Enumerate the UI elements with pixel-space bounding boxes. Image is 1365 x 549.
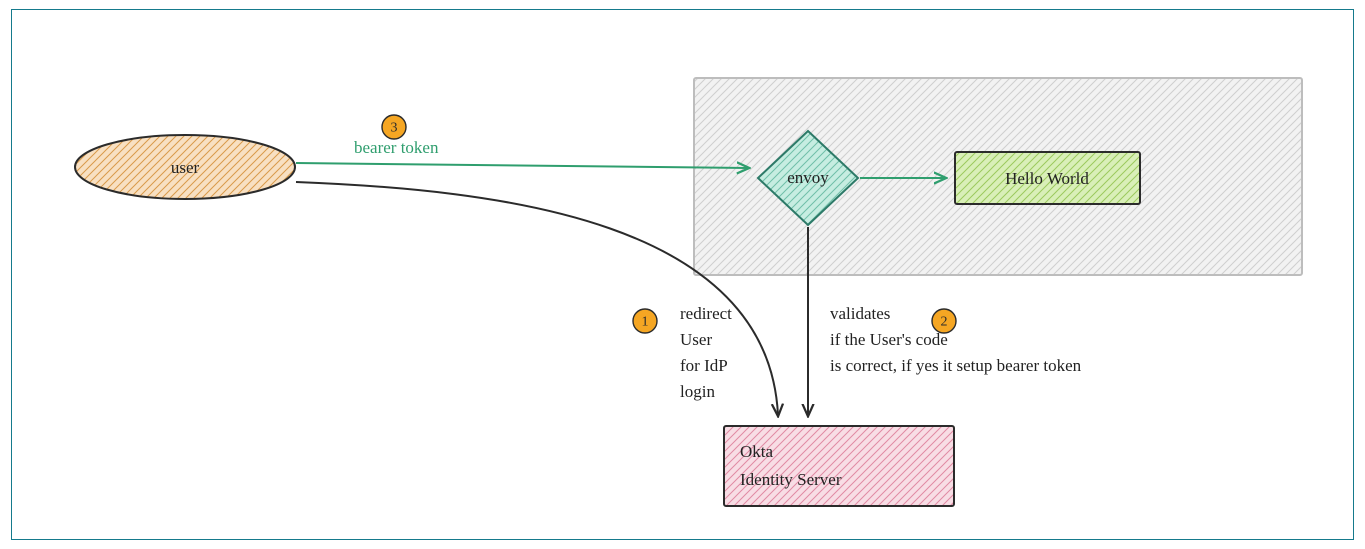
okta-node: Okta Identity Server: [724, 426, 954, 506]
badge-1-text: 1: [642, 315, 649, 330]
okta-label-2: Identity Server: [740, 470, 842, 489]
edge-redirect-line4: login: [680, 382, 715, 401]
badge-3: 3: [382, 115, 406, 139]
badge-2: 2: [932, 309, 956, 333]
hello-world-node: Hello World: [955, 152, 1140, 204]
envoy-label: envoy: [787, 168, 829, 187]
edge-redirect-line3: for IdP: [680, 356, 728, 375]
edge-validates-line1: validates: [830, 304, 890, 323]
user-label: user: [171, 158, 200, 177]
okta-label-1: Okta: [740, 442, 774, 461]
edge-validates-line2: if the User's code: [830, 330, 948, 349]
hello-world-label: Hello World: [1005, 169, 1089, 188]
diagram-canvas: user envoy Hello World Okta Identity Ser…: [0, 0, 1365, 549]
badge-3-text: 3: [391, 121, 398, 136]
badge-2-text: 2: [941, 315, 948, 330]
edge-redirect-line1: redirect: [680, 304, 732, 323]
user-node: user: [75, 135, 295, 199]
edge-bearer-label: bearer token: [354, 138, 439, 157]
edge-redirect-line2: User: [680, 330, 712, 349]
edge-validates-line3: is correct, if yes it setup bearer token: [830, 356, 1082, 375]
edge-bearer-token: bearer token: [296, 138, 748, 168]
badge-1: 1: [633, 309, 657, 333]
